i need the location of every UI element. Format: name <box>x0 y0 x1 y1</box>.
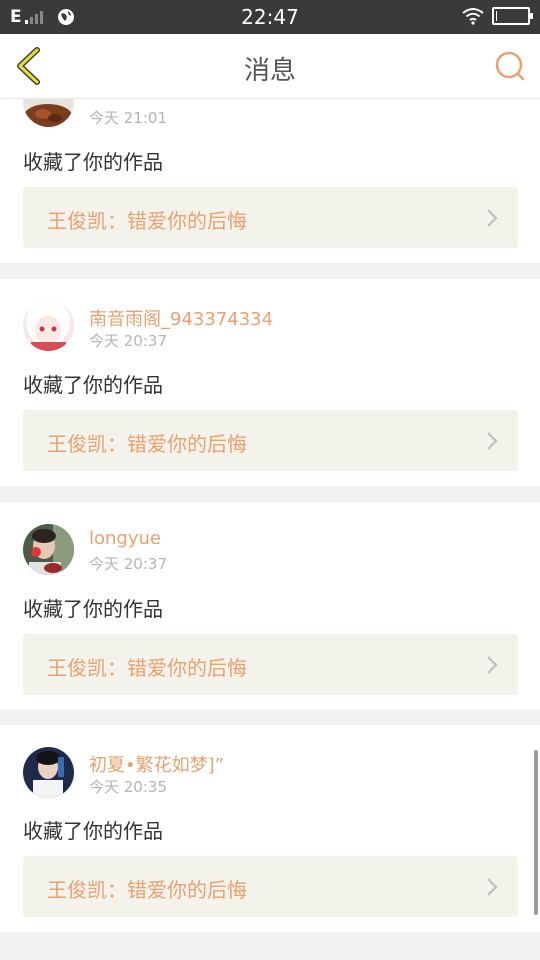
username[interactable]: longyue <box>89 528 161 549</box>
battery-icon <box>492 7 533 25</box>
page-title: 消息 <box>243 56 296 86</box>
timestamp: 今天 20:37 <box>89 555 167 573</box>
message-card: 今天 21:01 收藏了你的作品 王俊凯：错爱你的后悔 <box>0 99 540 263</box>
chevron-right-icon <box>487 656 498 674</box>
work-link[interactable]: 王俊凯：错爱你的后悔 <box>23 187 518 248</box>
avatar[interactable] <box>23 747 74 798</box>
work-title: 王俊凯：错爱你的后悔 <box>47 656 247 680</box>
search-icon <box>495 51 525 81</box>
avatar[interactable] <box>23 300 74 351</box>
message-card: 初夏•繁花如梦]” 今天 20:35 收藏了你的作品 王俊凯：错爱你的后悔 <box>0 725 540 932</box>
action-text: 收藏了你的作品 <box>23 373 163 397</box>
action-text: 收藏了你的作品 <box>23 150 163 174</box>
status-right <box>462 7 533 25</box>
username[interactable]: 南音雨阁_943374334 <box>89 305 273 331</box>
wifi-icon <box>462 8 484 25</box>
message-list[interactable]: 今天 21:01 收藏了你的作品 王俊凯：错爱你的后悔 南音雨阁_9433743… <box>0 99 540 960</box>
username[interactable]: 初夏•繁花如梦]” <box>89 751 224 777</box>
timestamp: 今天 20:35 <box>89 778 167 796</box>
action-text: 收藏了你的作品 <box>23 819 163 843</box>
chevron-right-icon <box>487 878 498 896</box>
work-link[interactable]: 王俊凯：错爱你的后悔 <box>23 634 518 695</box>
chevron-right-icon <box>487 432 498 450</box>
chevron-right-icon <box>487 209 498 227</box>
nav-bar: 消息 <box>0 34 540 99</box>
message-card: longyue 今天 20:37 收藏了你的作品 王俊凯：错爱你的后悔 <box>0 502 540 709</box>
timestamp: 今天 20:37 <box>89 332 167 350</box>
timestamp: 今天 21:01 <box>89 109 167 127</box>
work-title: 王俊凯：错爱你的后悔 <box>47 878 247 902</box>
work-title: 王俊凯：错爱你的后悔 <box>47 432 247 456</box>
avatar[interactable] <box>23 99 74 127</box>
work-link[interactable]: 王俊凯：错爱你的后悔 <box>23 856 518 917</box>
action-text: 收藏了你的作品 <box>23 597 163 621</box>
work-title: 王俊凯：错爱你的后悔 <box>47 209 247 233</box>
message-card: 南音雨阁_943374334 今天 20:37 收藏了你的作品 王俊凯：错爱你的… <box>0 279 540 486</box>
avatar[interactable] <box>23 524 74 575</box>
clock: 22:47 <box>241 5 299 29</box>
scrollbar[interactable] <box>534 750 538 915</box>
search-button[interactable] <box>492 48 528 84</box>
status-bar: E 22:47 <box>0 0 540 34</box>
work-link[interactable]: 王俊凯：错爱你的后悔 <box>23 410 518 471</box>
